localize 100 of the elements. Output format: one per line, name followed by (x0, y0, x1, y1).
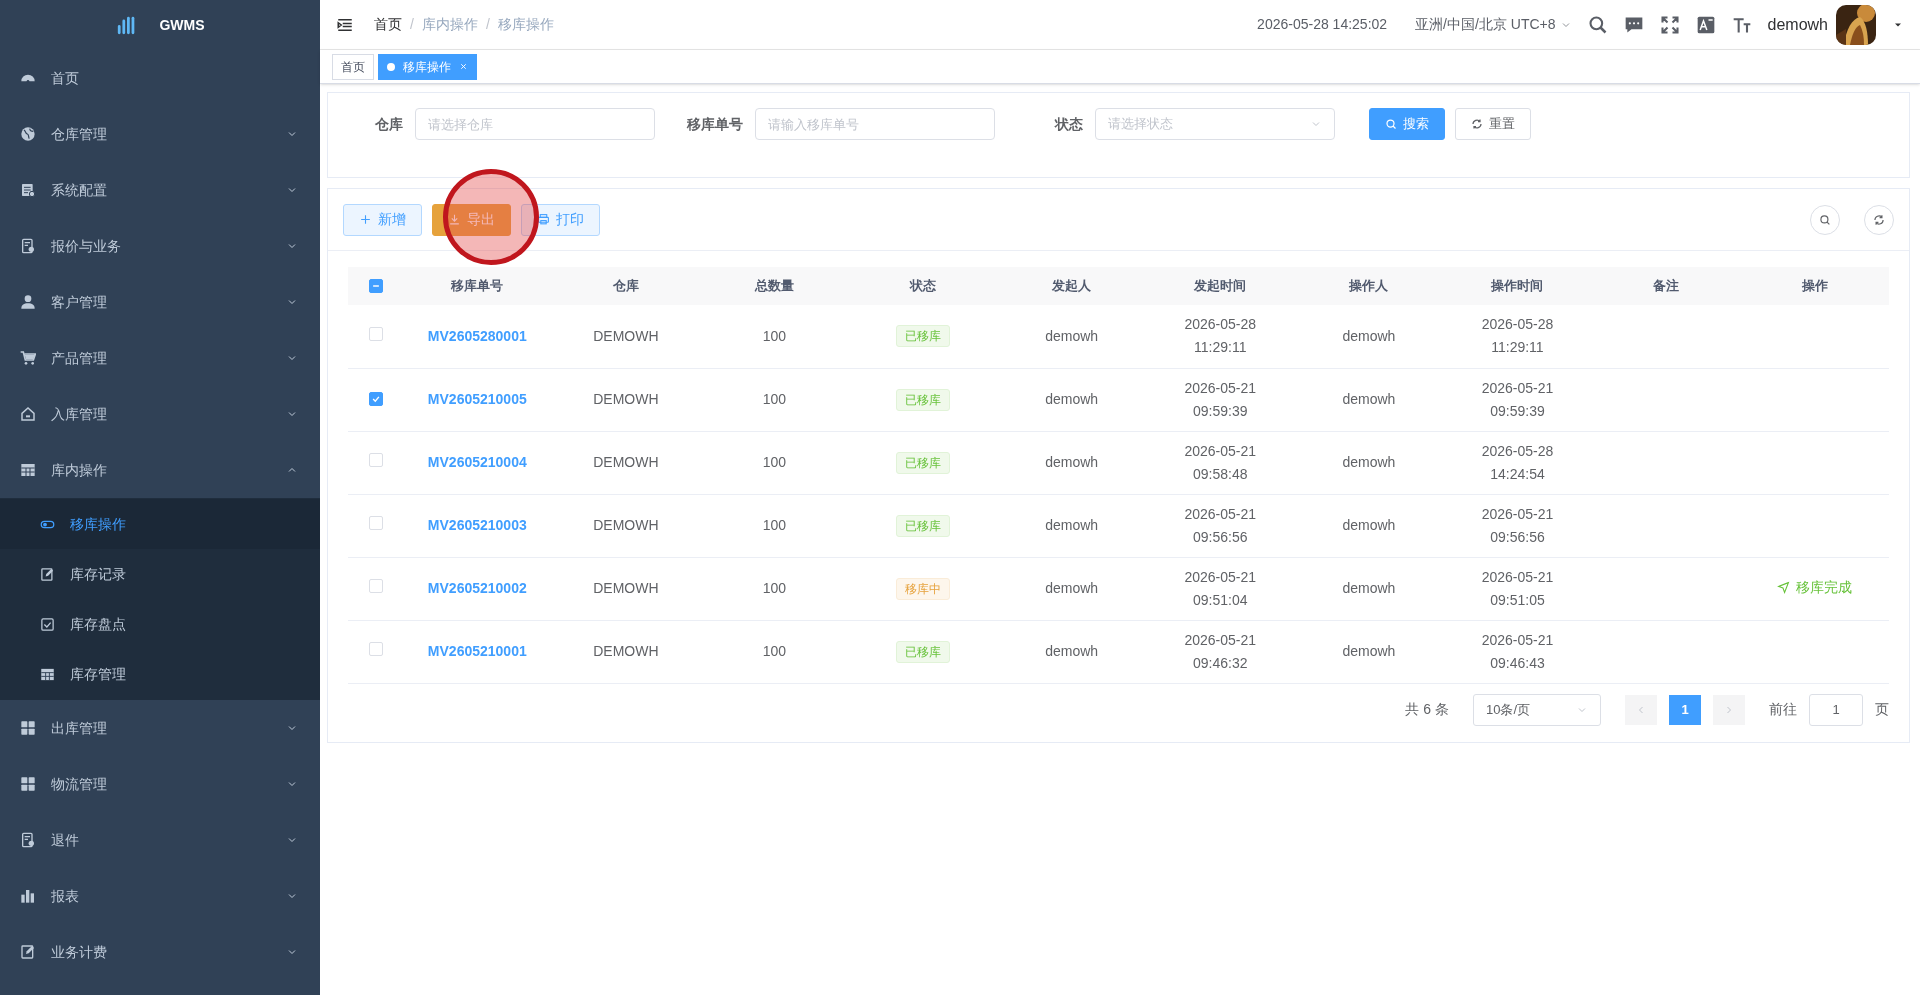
table-cell-text: 2026-05-21 09:59:39 (1184, 378, 1257, 421)
page-tab[interactable]: 首页 (332, 53, 374, 80)
submenu-item[interactable]: 移库操作 (0, 499, 320, 549)
table-cell-text: 2026-05-21 09:58:48 (1184, 441, 1257, 484)
table-cell: demowh (1294, 620, 1444, 683)
menu-item[interactable]: 物流管理 (0, 756, 320, 812)
field-label: 仓库 (374, 114, 403, 134)
field-label: 状态 (1053, 114, 1083, 134)
document-icon (20, 238, 36, 254)
table-cell-text: 2026-05-21 09:59:39 (1481, 378, 1554, 421)
submenu-item[interactable]: 库存记录 (0, 549, 320, 599)
table-icon (20, 462, 36, 478)
table-cell: demowh (997, 305, 1146, 368)
status-tag: 已移库 (896, 451, 951, 474)
table-cell: 100 (700, 620, 849, 683)
table-cell: demowh (1294, 557, 1444, 620)
input-field[interactable]: 请选择仓库 (415, 108, 655, 140)
column-header: 操作人 (1294, 267, 1444, 305)
date-time: 2026-05-28 14:25:02 (1257, 15, 1388, 34)
timezone-dropdown[interactable]: 亚洲/中国/北京 UTC+8 (1415, 14, 1572, 35)
status-tag: 已移库 (896, 640, 951, 663)
table-cell: demowh (997, 620, 1146, 683)
table-cell-text: 2026-05-21 09:46:32 (1184, 630, 1257, 673)
check-icon (370, 394, 381, 404)
submenu-item[interactable]: 库存管理 (0, 649, 320, 699)
breadcrumb-separator: / (410, 15, 414, 34)
search-icon (1818, 212, 1832, 227)
menu-item[interactable]: 系统配置 (0, 162, 320, 218)
table-cell: demowh (1294, 494, 1444, 557)
menu-item[interactable]: 客户管理 (0, 274, 320, 330)
grid-icon (20, 720, 36, 736)
menu-item[interactable]: 仓库管理 (0, 106, 320, 162)
column-header: 操作 (1740, 267, 1889, 305)
menu-item[interactable]: 退件 (0, 812, 320, 868)
server-icon (20, 182, 36, 198)
breadcrumb-link[interactable]: 首页 (374, 14, 402, 35)
fullscreen-button[interactable] (1659, 14, 1680, 35)
home-icon (20, 406, 36, 422)
table-cell: 100 (700, 368, 849, 431)
menu-item[interactable]: 产品管理 (0, 330, 320, 386)
menu-item[interactable]: 首页 (0, 50, 320, 106)
menu-item[interactable]: 业务计费 (0, 924, 320, 980)
app-name: GWMS (159, 15, 205, 35)
table-cell-text: 2026-05-21 09:46:43 (1481, 630, 1554, 673)
checkbox[interactable] (368, 278, 383, 293)
status-tag: 已移库 (896, 325, 951, 348)
bar-chart-icon (20, 888, 36, 904)
input-field[interactable]: 请输入移库单号 (755, 108, 995, 140)
table-cell-text: 2026-05-28 14:24:54 (1481, 441, 1554, 484)
table-cell: 100 (700, 431, 849, 494)
translate-button[interactable] (1695, 14, 1716, 35)
table-cell-text: 2026-05-28 11:29:11 (1184, 315, 1257, 358)
user-icon (20, 294, 36, 310)
table-cell-text: 2026-05-21 09:51:05 (1481, 567, 1554, 610)
plus-icon (359, 213, 372, 226)
column-header: 备注 (1591, 267, 1741, 305)
table-icon (40, 666, 55, 682)
globe-icon (20, 126, 36, 142)
reset-button[interactable]: 重置 (1455, 108, 1531, 140)
search-button[interactable] (1587, 14, 1608, 35)
menu-item[interactable]: 报价与业务 (0, 218, 320, 274)
edit-icon (40, 566, 55, 582)
table-cell: DEMOWH (551, 431, 701, 494)
table-cell: demowh (997, 494, 1146, 557)
page-input[interactable]: 1 (1809, 693, 1863, 726)
checkbox-icon (40, 616, 55, 632)
table-cell: demowh (1294, 431, 1444, 494)
table-cell-text: 2026-05-21 09:56:56 (1481, 504, 1554, 547)
column-header: 操作时间 (1443, 267, 1592, 305)
page-suffix: 页 (1875, 700, 1889, 719)
field-label: 移库单号 (687, 114, 743, 134)
column-header: 发起时间 (1145, 267, 1295, 305)
table-cell-text: 2026-05-21 09:56:56 (1184, 504, 1257, 547)
total-count: 共 6 条 (1405, 700, 1449, 719)
column-header: 状态 (848, 267, 998, 305)
download-icon (448, 213, 461, 226)
checkbox[interactable] (368, 392, 383, 406)
search-icon (1587, 14, 1608, 35)
edit-icon (20, 944, 36, 960)
table-cell: 100 (700, 305, 849, 368)
table-cell: demowh (997, 557, 1146, 620)
table-cell: demowh (997, 431, 1146, 494)
breadcrumb-separator: / (485, 15, 490, 34)
page-size-select[interactable]: 10条/页 (1473, 693, 1601, 726)
menu-item[interactable]: 入库管理 (0, 386, 320, 442)
translate-icon (1695, 14, 1716, 35)
refresh-icon (1471, 118, 1483, 130)
submenu-item[interactable]: 库存盘点 (0, 599, 320, 649)
menu-item[interactable]: 库内操作 (0, 442, 320, 498)
fullscreen-icon (1659, 14, 1680, 35)
table-cell: DEMOWH (551, 557, 701, 620)
user-menu[interactable]: demowh (1767, 4, 1904, 45)
table-cell-text: 2026-05-21 09:51:04 (1184, 567, 1257, 610)
table-cell: demowh (997, 368, 1146, 431)
column-header: 总数量 (700, 267, 849, 305)
goto-label: 前往 (1769, 700, 1797, 719)
column-header: 发起人 (997, 267, 1146, 305)
menu-item[interactable]: 报表 (0, 868, 320, 924)
table-cell: 100 (700, 557, 849, 620)
menu-item[interactable]: 出库管理 (0, 700, 320, 756)
